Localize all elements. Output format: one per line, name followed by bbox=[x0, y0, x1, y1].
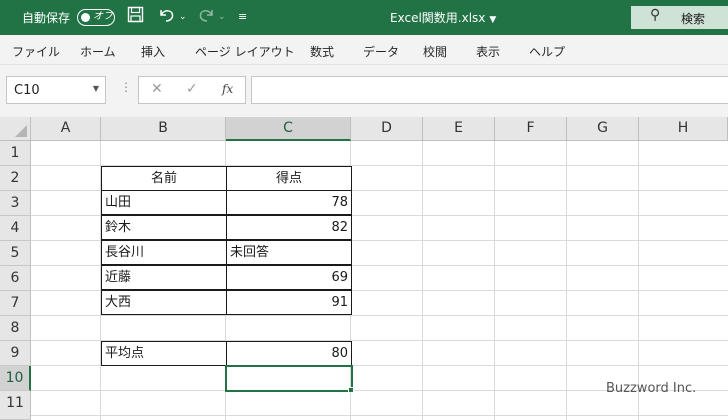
cell-c7[interactable]: 91 bbox=[226, 290, 352, 315]
watermark: Buzzword Inc. bbox=[606, 381, 697, 396]
select-all-triangle-icon bbox=[15, 125, 27, 137]
column-header-g[interactable]: G bbox=[567, 117, 639, 141]
row-header-9[interactable]: 9 bbox=[0, 341, 31, 366]
cell-b3[interactable]: 山田 bbox=[101, 190, 227, 215]
tab-view[interactable]: 表示 bbox=[476, 43, 500, 60]
customize-toolbar-icon[interactable]: ≡ bbox=[238, 6, 247, 28]
row-header-10[interactable]: 10 bbox=[0, 366, 31, 391]
chevron-down-icon: ▼ bbox=[489, 15, 497, 25]
undo-icon[interactable] bbox=[157, 6, 177, 29]
cell-b5[interactable]: 長谷川 bbox=[101, 240, 227, 265]
cell-c2[interactable]: 得点 bbox=[226, 166, 352, 191]
row-header-8[interactable]: 8 bbox=[0, 316, 31, 341]
cell-c3[interactable]: 78 bbox=[226, 190, 352, 215]
cell-c4[interactable]: 82 bbox=[226, 215, 352, 240]
redo-dropdown-icon[interactable]: ⌄ bbox=[218, 6, 226, 28]
save-icon[interactable] bbox=[127, 6, 144, 29]
tab-home[interactable]: ホーム bbox=[80, 43, 116, 60]
name-box-value: C10 bbox=[14, 83, 40, 98]
file-name[interactable]: Excel関数用.xlsx ▼ bbox=[390, 9, 496, 26]
more-options-icon[interactable]: ⋮ bbox=[120, 80, 132, 94]
search-icon: ⚲ bbox=[650, 7, 661, 23]
cell-b6[interactable]: 近藤 bbox=[101, 265, 227, 290]
cell-c5[interactable]: 未回答 bbox=[226, 240, 352, 265]
row-header-5[interactable]: 5 bbox=[0, 241, 31, 266]
formula-buttons: ✕ ✓ fx bbox=[138, 76, 246, 104]
cell-c6[interactable]: 69 bbox=[226, 265, 352, 290]
gridline bbox=[31, 415, 728, 416]
cell-b9[interactable]: 平均点 bbox=[101, 341, 227, 366]
tab-file[interactable]: ファイル bbox=[12, 43, 60, 60]
undo-dropdown-icon[interactable]: ⌄ bbox=[179, 6, 187, 28]
column-header-h[interactable]: H bbox=[639, 117, 728, 141]
autosave-label: 自動保存 bbox=[22, 11, 71, 25]
tab-insert[interactable]: 挿入 bbox=[141, 43, 165, 60]
formula-input[interactable] bbox=[251, 76, 728, 104]
row-header-4[interactable]: 4 bbox=[0, 216, 31, 241]
file-name-text: Excel関数用.xlsx bbox=[390, 11, 486, 25]
gridline bbox=[494, 141, 495, 420]
insert-function-icon[interactable]: fx bbox=[222, 82, 233, 96]
column-header-a[interactable]: A bbox=[31, 117, 101, 141]
tab-page-layout[interactable]: ページ レイアウト bbox=[195, 43, 295, 60]
ribbon-tabs: ファイル ホーム 挿入 ページ レイアウト 数式 データ 校閲 表示 ヘルプ bbox=[0, 35, 728, 65]
tab-review[interactable]: 校閲 bbox=[423, 43, 447, 60]
row-header-11[interactable]: 11 bbox=[0, 391, 31, 420]
gridline bbox=[638, 141, 639, 420]
name-box[interactable]: C10 ▼ bbox=[6, 76, 106, 104]
column-header-e[interactable]: E bbox=[423, 117, 495, 141]
column-header-d[interactable]: D bbox=[351, 117, 423, 141]
cell-b2[interactable]: 名前 bbox=[101, 166, 227, 191]
cell-c9[interactable]: 80 bbox=[226, 341, 352, 366]
row-header-1[interactable]: 1 bbox=[0, 141, 31, 166]
tab-data[interactable]: データ bbox=[363, 43, 399, 60]
title-bar: 自動保存 オフ ⌄ ⌄ ≡ Excel関数用.xlsx ▼ ⚲ 検索 bbox=[0, 0, 728, 35]
autosave-state: オフ bbox=[93, 11, 113, 22]
tab-help[interactable]: ヘルプ bbox=[529, 43, 565, 60]
autosave-toggle[interactable]: オフ bbox=[77, 9, 115, 26]
gridline bbox=[566, 141, 567, 420]
row-header-7[interactable]: 7 bbox=[0, 291, 31, 316]
formula-bar: C10 ▼ ⋮ ✕ ✓ fx bbox=[0, 65, 728, 117]
cell-b7[interactable]: 大西 bbox=[101, 290, 227, 315]
column-header-b[interactable]: B bbox=[101, 117, 226, 141]
chevron-down-icon[interactable]: ▼ bbox=[93, 84, 99, 93]
gridline bbox=[31, 315, 728, 316]
worksheet-grid[interactable]: A B C D E F G H 1 2 3 4 5 6 7 8 9 10 11 … bbox=[0, 117, 728, 420]
row-header-3[interactable]: 3 bbox=[0, 191, 31, 216]
tab-formulas[interactable]: 数式 bbox=[310, 43, 334, 60]
row-header-2[interactable]: 2 bbox=[0, 166, 31, 191]
row-header-6[interactable]: 6 bbox=[0, 266, 31, 291]
search-label: 検索 bbox=[681, 12, 706, 26]
cell-b4[interactable]: 鈴木 bbox=[101, 215, 227, 240]
select-all-button[interactable] bbox=[0, 117, 31, 141]
cancel-icon[interactable]: ✕ bbox=[151, 81, 163, 97]
toggle-knob bbox=[81, 12, 90, 22]
enter-icon[interactable]: ✓ bbox=[186, 81, 198, 97]
column-header-f[interactable]: F bbox=[495, 117, 567, 141]
search-box[interactable]: ⚲ 検索 bbox=[631, 6, 728, 29]
fill-handle[interactable] bbox=[348, 387, 354, 393]
column-header-c[interactable]: C bbox=[226, 117, 351, 141]
redo-icon[interactable] bbox=[196, 6, 216, 29]
active-cell-c10[interactable] bbox=[225, 365, 353, 392]
gridline bbox=[422, 141, 423, 420]
